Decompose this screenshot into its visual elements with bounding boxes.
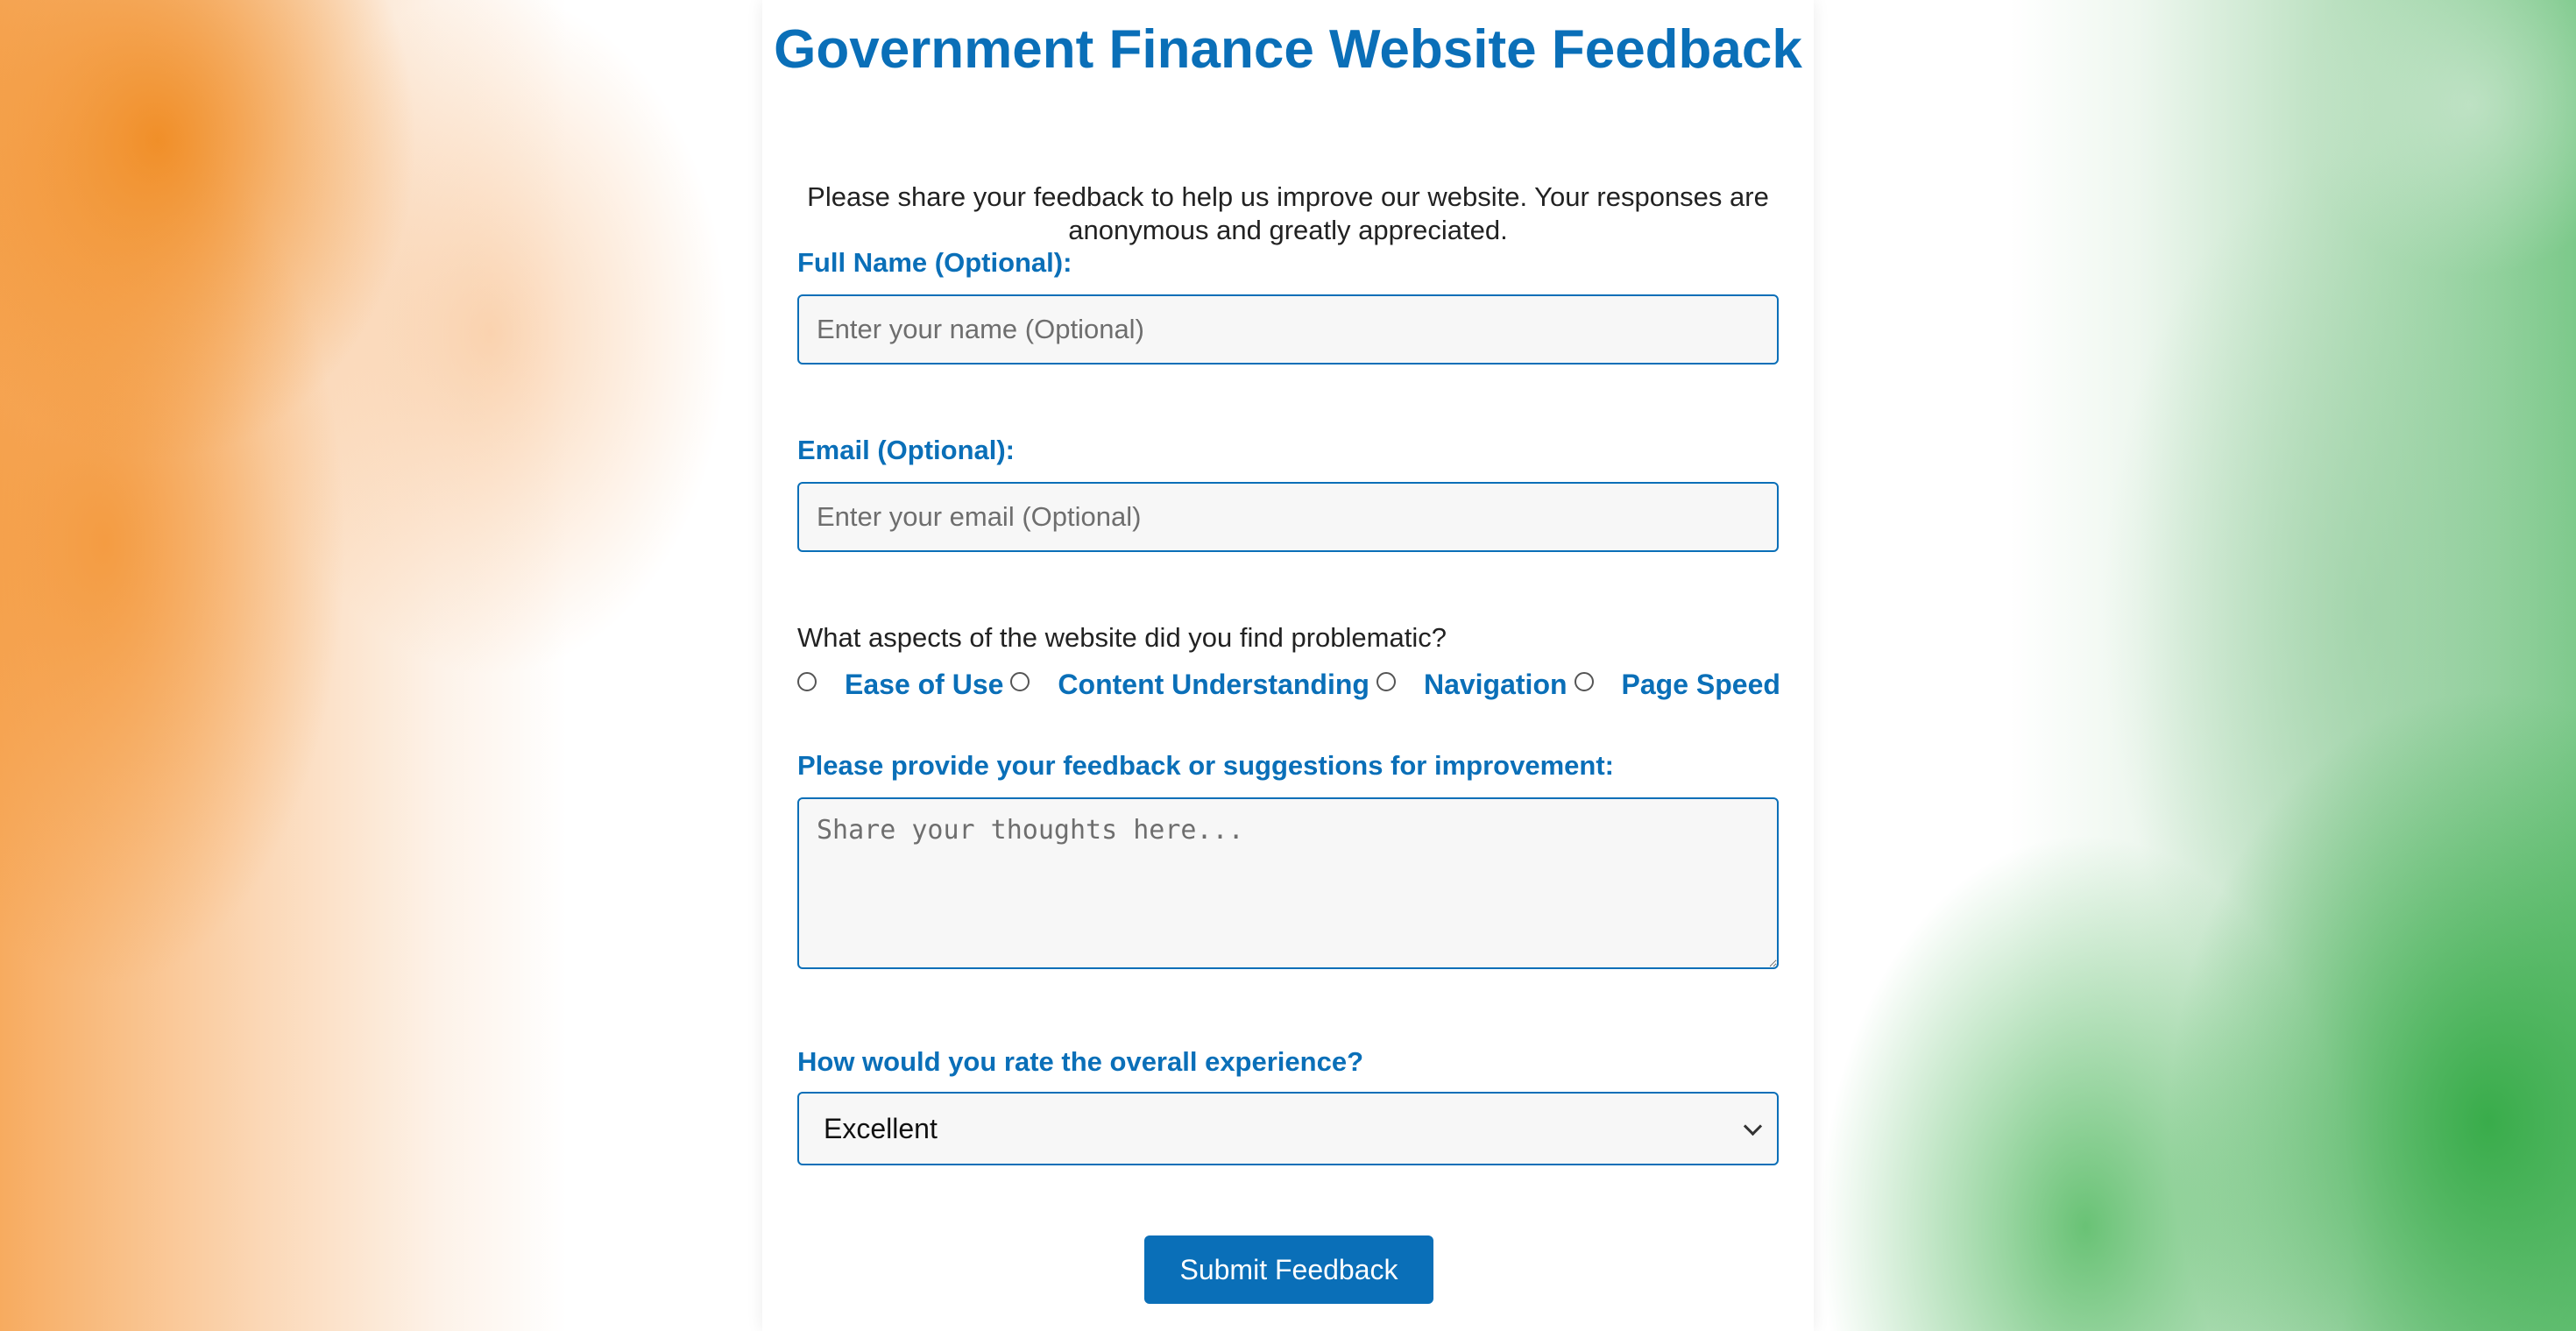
radio-button[interactable]: [1574, 672, 1594, 691]
radio-label[interactable]: Page Speed: [1622, 669, 1780, 701]
radio-option-content-understanding[interactable]: Content Understanding: [1003, 669, 1369, 701]
rating-label: How would you rate the overall experienc…: [797, 1046, 1364, 1077]
radio-label[interactable]: Ease of Use: [845, 669, 1003, 701]
intro-text: Please share your feedback to help us im…: [807, 181, 1769, 245]
name-label: Full Name (Optional):: [797, 247, 1072, 278]
feedback-label: Please provide your feedback or suggesti…: [797, 750, 1614, 781]
chevron-down-icon: [1743, 1116, 1763, 1136]
radio-button[interactable]: [1010, 672, 1030, 691]
radio-label[interactable]: Content Understanding: [1058, 669, 1369, 701]
radio-button[interactable]: [797, 672, 817, 691]
feedback-panel: Government Finance Website Feedback Plea…: [762, 0, 1814, 1331]
name-input[interactable]: [797, 294, 1779, 365]
page-title: Government Finance Website Feedback: [774, 19, 1802, 80]
aspects-question: What aspects of the website did you find…: [797, 622, 1447, 653]
radio-option-page-speed[interactable]: Page Speed: [1568, 669, 1780, 701]
radio-option-navigation[interactable]: Navigation: [1369, 669, 1568, 701]
radio-button[interactable]: [1376, 672, 1396, 691]
rating-select[interactable]: Excellent: [797, 1092, 1779, 1165]
radio-label[interactable]: Navigation: [1424, 669, 1568, 701]
feedback-textarea[interactable]: [797, 797, 1779, 969]
email-input[interactable]: [797, 482, 1779, 552]
rating-selected-value: Excellent: [824, 1112, 938, 1144]
submit-feedback-button[interactable]: Submit Feedback: [1144, 1235, 1433, 1304]
aspects-radio-group: Ease of Use Content Understanding Naviga…: [797, 662, 1787, 706]
email-label: Email (Optional):: [797, 435, 1015, 465]
radio-option-ease-of-use[interactable]: Ease of Use: [797, 669, 1003, 701]
